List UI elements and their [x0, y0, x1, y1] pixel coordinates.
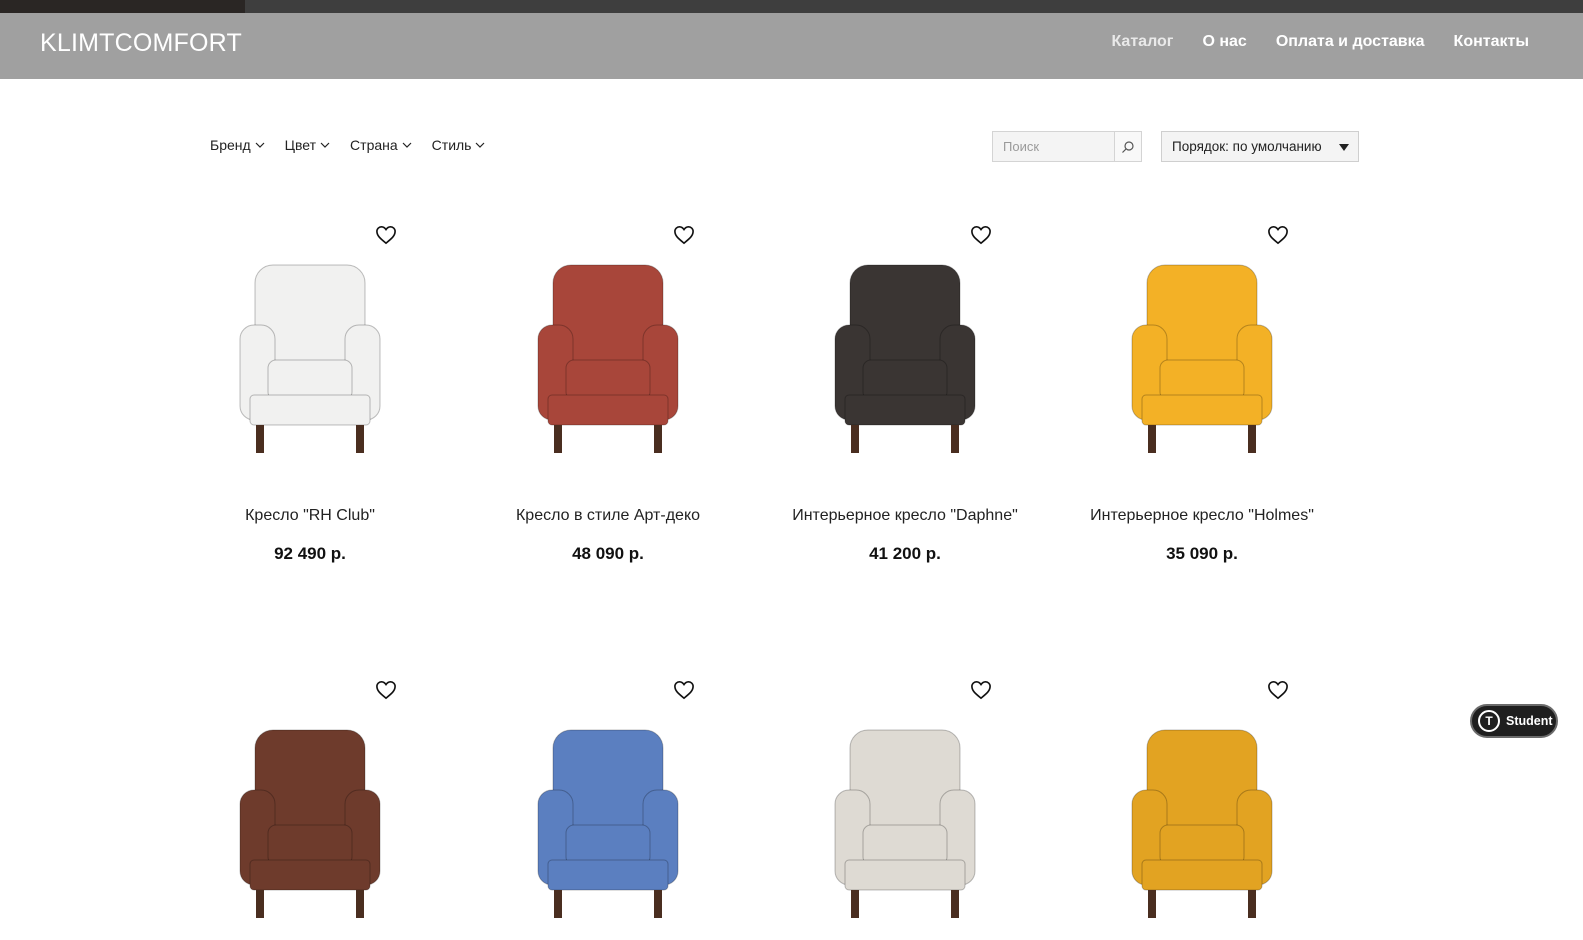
- favorite-heart-icon[interactable]: [375, 225, 397, 245]
- filter-country[interactable]: Страна: [350, 137, 412, 153]
- favorite-heart-icon[interactable]: [970, 225, 992, 245]
- favorite-heart-icon[interactable]: [1267, 225, 1289, 245]
- product-image[interactable]: [478, 695, 738, 935]
- chevron-down-icon: [476, 142, 485, 148]
- product-name[interactable]: Интерьерное кресло "Holmes": [1072, 507, 1332, 525]
- search-box: [992, 131, 1142, 162]
- site-logo[interactable]: KLIMTCOMFORT: [40, 29, 242, 58]
- favorite-heart-icon[interactable]: [1267, 680, 1289, 700]
- main-nav: Каталог О нас Оплата и доставка Контакты: [1111, 33, 1529, 51]
- nav-about[interactable]: О нас: [1202, 33, 1246, 51]
- product-image[interactable]: [478, 230, 738, 470]
- product-price: 35 090 р.: [1166, 544, 1238, 563]
- tilda-logo-icon: T: [1478, 710, 1500, 732]
- product-image[interactable]: [775, 695, 1035, 935]
- filter-brand[interactable]: Бренд: [210, 137, 265, 153]
- product-image[interactable]: [180, 695, 440, 935]
- chevron-down-icon: [255, 142, 265, 148]
- dropdown-arrow-icon: [1339, 144, 1349, 151]
- search-input[interactable]: [993, 132, 1114, 161]
- search-icon: [1122, 140, 1134, 153]
- top-image-strip: [0, 0, 1583, 13]
- product-image[interactable]: [1072, 230, 1332, 470]
- product-price: 41 200 р.: [869, 544, 941, 563]
- product-image[interactable]: [1072, 695, 1332, 935]
- student-badge[interactable]: T Student: [1470, 704, 1558, 738]
- filter-color[interactable]: Цвет: [285, 137, 330, 153]
- filter-style[interactable]: Стиль: [432, 137, 486, 153]
- product-image[interactable]: [180, 230, 440, 470]
- product-price: 92 490 р.: [274, 544, 346, 563]
- nav-catalog[interactable]: Каталог: [1111, 33, 1173, 51]
- product-name[interactable]: Кресло в стиле Арт-деко: [478, 507, 738, 525]
- site-header: KLIMTCOMFORT Каталог О нас Оплата и дост…: [0, 13, 1583, 79]
- favorite-heart-icon[interactable]: [673, 680, 695, 700]
- sort-select[interactable]: Порядок: по умолчанию: [1161, 131, 1359, 162]
- product-price: 48 090 р.: [572, 544, 644, 563]
- filter-bar: Бренд Цвет Страна Стиль: [210, 137, 485, 153]
- favorite-heart-icon[interactable]: [673, 225, 695, 245]
- search-button[interactable]: [1114, 132, 1141, 161]
- product-image[interactable]: [775, 230, 1035, 470]
- chevron-down-icon: [320, 142, 330, 148]
- chevron-down-icon: [402, 142, 412, 148]
- favorite-heart-icon[interactable]: [375, 680, 397, 700]
- nav-payment-delivery[interactable]: Оплата и доставка: [1276, 33, 1425, 51]
- favorite-heart-icon[interactable]: [970, 680, 992, 700]
- nav-contacts[interactable]: Контакты: [1454, 33, 1529, 51]
- product-name[interactable]: Кресло "RH Club": [180, 507, 440, 525]
- product-name[interactable]: Интерьерное кресло "Daphne": [775, 507, 1035, 525]
